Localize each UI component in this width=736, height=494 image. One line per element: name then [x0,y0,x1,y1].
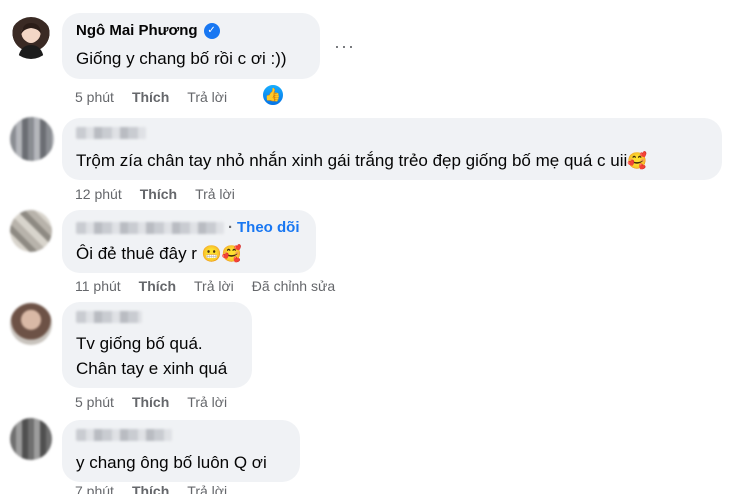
thumbs-up-icon[interactable]: 👍 [261,83,285,107]
like-button[interactable]: Thích [132,89,169,105]
comment-text: Trộm zía chân tay nhỏ nhắn xinh gái trắn… [76,151,648,170]
comment-actions: 7 phút Thích Trả lời [75,483,227,494]
blurred-author-name [76,429,172,441]
avatar[interactable] [10,418,52,460]
comment-bubble: · Theo dõi Ôi đẻ thuê đây r 😬🥰 [62,210,316,273]
like-button[interactable]: Thích [139,278,176,294]
comment-text: Ôi đẻ thuê đây r 😬🥰 [76,244,242,263]
comment-bubble: Tv giống bố quá. Chân tay e xinh quá [62,302,252,388]
avatar-photo-icon [18,23,44,59]
emoji-icon: 😬🥰 [201,246,242,263]
reply-button[interactable]: Trả lời [187,394,227,410]
reply-button[interactable]: Trả lời [187,89,227,105]
blurred-author-name[interactable] [76,221,224,234]
comment-time[interactable]: 12 phút [75,186,122,202]
comment-actions: 11 phút Thích Trả lời Đã chỉnh sửa [75,278,335,294]
comment-time[interactable]: 7 phút [75,483,114,494]
verified-badge-icon: ✓ [203,22,220,39]
comment-text: Tv giống bố quá. [76,334,203,353]
comment-text: Giống y chang bố rồi c ơi :)) [76,49,287,68]
reply-button[interactable]: Trả lời [195,186,235,202]
separator: · [228,219,233,236]
reply-button[interactable]: Trả lời [194,278,234,294]
comment-actions: 5 phút Thích Trả lời [75,394,227,410]
blurred-author-name [76,311,142,323]
comment-author[interactable] [76,429,172,441]
edited-label: Đã chỉnh sửa [251,278,336,294]
like-button[interactable]: Thích [132,483,169,494]
more-options-icon[interactable]: ··· [334,36,355,57]
avatar[interactable] [10,17,52,59]
comment-author[interactable] [76,127,146,139]
comment-time[interactable]: 11 phút [75,278,121,294]
comment-time[interactable]: 5 phút [75,394,114,410]
comment-author[interactable]: Ngô Mai Phương ✓ [76,22,220,39]
comment-actions: 5 phút Thích Trả lời [75,89,227,105]
comment-bubble: Trộm zía chân tay nhỏ nhắn xinh gái trắn… [62,118,722,180]
avatar[interactable] [10,303,52,345]
avatar[interactable] [10,210,52,252]
comment-author[interactable] [76,311,142,323]
emoji-icon: 🥰 [627,153,648,170]
comment-author: · Theo dõi [76,219,300,236]
avatar[interactable] [10,117,54,161]
follow-button[interactable]: Theo dõi [237,219,300,236]
blurred-author-name [76,127,146,139]
comment-time[interactable]: 5 phút [75,89,114,105]
comment-bubble: Ngô Mai Phương ✓ Giống y chang bố rồi c … [62,13,320,79]
reply-button[interactable]: Trả lời [187,483,227,494]
comment-actions: 12 phút Thích Trả lời [75,186,235,202]
comment-bubble: y chang ông bố luôn Q ơi [62,420,300,482]
like-button[interactable]: Thích [132,394,169,410]
like-button[interactable]: Thích [140,186,177,202]
comment-text: Chân tay e xinh quá [76,359,228,378]
comment-text: y chang ông bố luôn Q ơi [76,453,267,472]
